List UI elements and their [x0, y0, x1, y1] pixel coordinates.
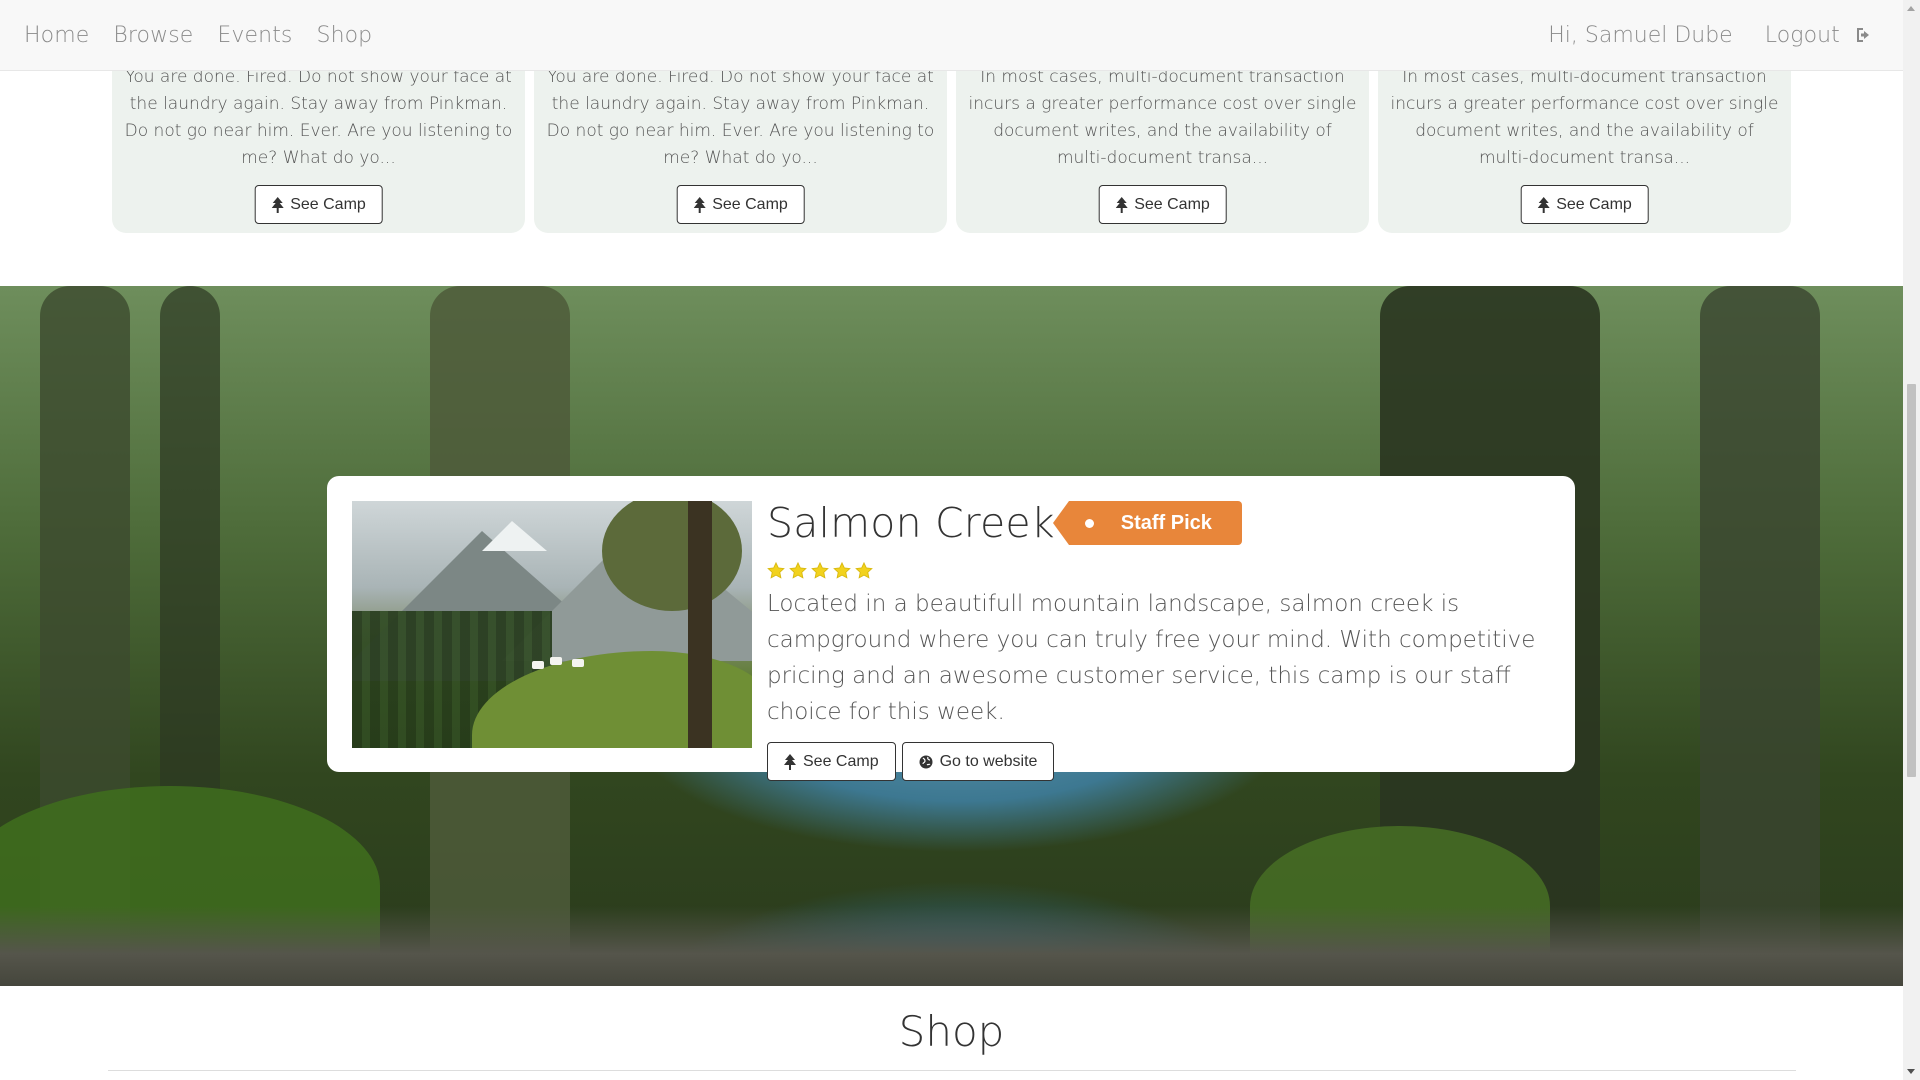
badge-dot: [1084, 519, 1094, 528]
see-camp-label: See Camp: [1134, 195, 1210, 213]
camp-card-text: In most cases, multi-document transactio…: [1390, 67, 1779, 168]
tent-shape: [572, 659, 584, 667]
featured-camp-title: Salmon Creek: [767, 499, 1055, 547]
staff-pick-label: Staff Pick: [1120, 511, 1212, 534]
scroll-up-arrow[interactable]: [1907, 6, 1915, 11]
rating-stars: [767, 562, 1555, 582]
see-camp-button[interactable]: See Camp: [676, 185, 805, 224]
user-greeting: Hi, Samuel Dube: [1548, 22, 1733, 48]
camp-card-text: You are done. Fired. Do not show your fa…: [124, 67, 513, 168]
logout-label: Logout: [1764, 22, 1840, 48]
tree-icon: [693, 196, 706, 213]
nav-link-shop[interactable]: Shop: [317, 23, 373, 48]
star-icon: [833, 562, 851, 579]
tree-icon: [784, 753, 796, 770]
globe-icon: [919, 755, 933, 768]
see-camp-label: See Camp: [803, 752, 879, 770]
go-to-website-label: Go to website: [939, 752, 1038, 770]
page: Home Browse Events Shop Hi, Samuel Dube …: [0, 0, 1903, 1080]
staff-pick-badge: Staff Pick: [1052, 501, 1242, 545]
see-camp-button[interactable]: See Camp: [1098, 185, 1227, 224]
tree-trunk: [688, 501, 712, 748]
tree-icon: [1115, 196, 1128, 213]
scrollbar-thumb[interactable]: [1907, 384, 1916, 777]
section-divider: [108, 1070, 1796, 1071]
star-icon: [767, 562, 785, 579]
nav-user: Hi, Samuel Dube Logout: [1548, 0, 1873, 70]
scroll-down-arrow[interactable]: [1907, 1069, 1915, 1074]
star-icon: [855, 562, 873, 579]
tent-shape: [550, 657, 562, 665]
featured-camp-card: Salmon Creek Staff Pick Located in a bea…: [327, 476, 1575, 781]
shop-section-title: Shop: [898, 1007, 1005, 1056]
tree-trunk: [1700, 286, 1820, 986]
camp-card-text: In most cases, multi-document transactio…: [968, 67, 1357, 168]
snow-peak: [482, 521, 547, 551]
tree-icon: [271, 196, 284, 213]
nav-link-home[interactable]: Home: [24, 23, 89, 48]
see-camp-label: See Camp: [290, 195, 366, 213]
camp-card-text: You are done. Fired. Do not show your fa…: [546, 67, 935, 168]
see-camp-button[interactable]: See Camp: [1520, 185, 1649, 224]
top-navbar: Home Browse Events Shop Hi, Samuel Dube …: [0, 0, 1903, 71]
nav-link-browse[interactable]: Browse: [113, 23, 193, 48]
tent-shape: [532, 661, 544, 669]
star-icon: [811, 562, 829, 579]
star-icon: [789, 562, 807, 579]
featured-camp-title-row: Salmon Creek Staff Pick: [767, 498, 1555, 548]
featured-camp-description: Located in a beautifull mountain landsca…: [767, 591, 1536, 725]
go-to-website-button[interactable]: Go to website: [901, 742, 1055, 781]
sign-out-icon: [1857, 27, 1869, 42]
see-camp-button[interactable]: See Camp: [254, 185, 383, 224]
featured-camp-actions: See Camp Go to website: [767, 742, 1555, 781]
see-camp-button[interactable]: See Camp: [767, 742, 896, 781]
featured-camp-body: Salmon Creek Staff Pick Located in a bea…: [767, 498, 1555, 781]
page-scrollbar[interactable]: [1903, 0, 1920, 1080]
nav-link-events[interactable]: Events: [217, 23, 292, 48]
nav-links: Home Browse Events Shop: [24, 0, 372, 70]
see-camp-label: See Camp: [712, 195, 788, 213]
see-camp-label: See Camp: [1556, 195, 1632, 213]
logout-link[interactable]: Logout: [1765, 23, 1873, 48]
tree-icon: [1537, 196, 1550, 213]
featured-camp-image: [352, 501, 752, 748]
forest-ground: [0, 906, 1903, 986]
